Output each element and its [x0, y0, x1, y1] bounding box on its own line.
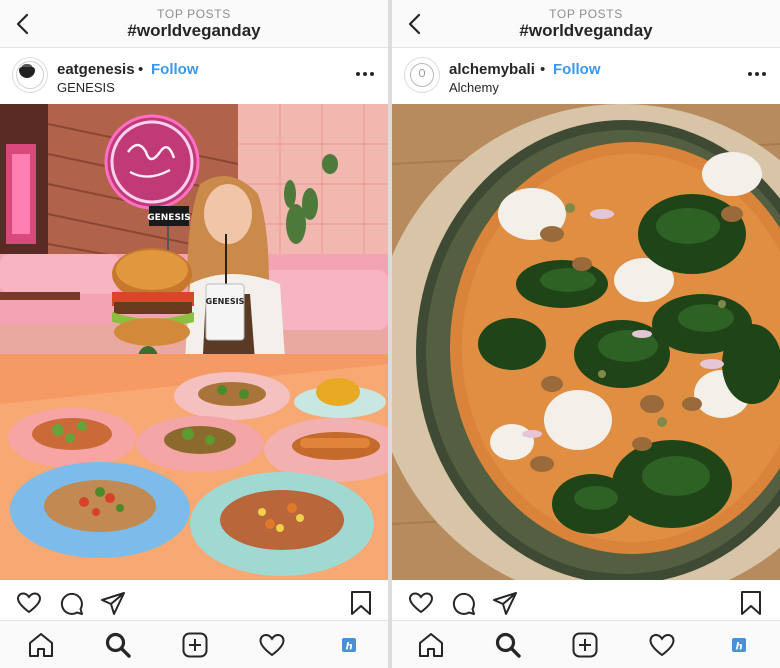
burger-restaurant-photo: GENESIS GENESIS: [0, 104, 388, 580]
location-link[interactable]: GENESIS: [57, 80, 115, 95]
post-actions: [392, 582, 780, 622]
avatar[interactable]: [12, 57, 48, 93]
separator-dot: •: [138, 61, 144, 78]
username[interactable]: eatgenesis: [57, 61, 135, 78]
username[interactable]: alchemybali: [449, 61, 535, 78]
post-actions: [0, 582, 388, 622]
bookmark-icon[interactable]: [348, 590, 374, 616]
top-posts-label: TOP POSTS: [157, 7, 231, 21]
top-bar: TOP POSTS #worldveganday: [0, 0, 388, 48]
home-icon[interactable]: [27, 631, 55, 659]
svg-text:h: h: [735, 642, 742, 653]
heart-icon[interactable]: [408, 590, 434, 616]
profile-icon[interactable]: h: [335, 631, 363, 659]
paper-plane-icon[interactable]: [100, 590, 126, 616]
plus-square-icon[interactable]: [181, 631, 209, 659]
search-icon[interactable]: [104, 631, 132, 659]
post-header: eatgenesis • Follow GENESIS: [0, 48, 388, 104]
home-icon[interactable]: [417, 631, 445, 659]
svg-text:h: h: [345, 642, 352, 653]
follow-button[interactable]: Follow: [553, 61, 601, 78]
profile-icon[interactable]: h: [725, 631, 753, 659]
bottom-nav: h: [392, 620, 780, 668]
genesis-sign-text: GENESIS: [147, 213, 191, 223]
avatar-logo: [419, 69, 425, 77]
avatar[interactable]: [404, 57, 440, 93]
search-icon[interactable]: [494, 631, 522, 659]
more-dots-icon[interactable]: [748, 66, 766, 82]
bookmark-icon[interactable]: [738, 590, 764, 616]
heart-icon[interactable]: [648, 631, 676, 659]
post-photo[interactable]: [392, 104, 780, 580]
follow-button[interactable]: Follow: [151, 61, 199, 78]
bottom-nav: h: [0, 620, 388, 668]
plus-square-icon[interactable]: [571, 631, 599, 659]
location-link[interactable]: Alchemy: [449, 80, 499, 95]
separator-dot: •: [540, 61, 546, 78]
paper-plane-icon[interactable]: [492, 590, 518, 616]
post-photo[interactable]: GENESIS GENESIS: [0, 104, 388, 580]
comment-icon[interactable]: [450, 590, 476, 616]
instagram-post-screen-alchemybali: TOP POSTS #worldveganday alchemybali • F…: [392, 0, 780, 668]
hashtag-title: #worldveganday: [519, 21, 653, 40]
screenshot-pair: TOP POSTS #worldveganday eatgenesis • Fo…: [0, 0, 780, 668]
cup-text: GENESIS: [206, 297, 245, 306]
heart-icon[interactable]: [16, 590, 42, 616]
instagram-post-screen-eatgenesis: TOP POSTS #worldveganday eatgenesis • Fo…: [0, 0, 388, 668]
hashtag-title: #worldveganday: [127, 21, 261, 40]
comment-icon[interactable]: [58, 590, 84, 616]
top-bar: TOP POSTS #worldveganday: [392, 0, 780, 48]
top-posts-label: TOP POSTS: [549, 7, 623, 21]
vegan-pizza-photo: [392, 104, 780, 580]
more-dots-icon[interactable]: [356, 66, 374, 82]
post-header: alchemybali • Follow Alchemy: [392, 48, 780, 104]
heart-icon[interactable]: [258, 631, 286, 659]
